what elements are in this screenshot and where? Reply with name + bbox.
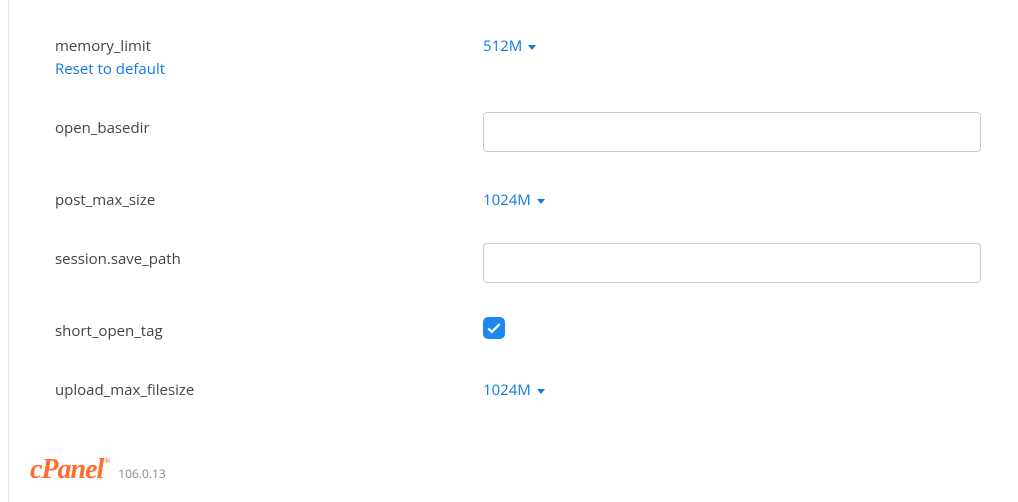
setting-label-open-basedir: open_basedir <box>55 118 483 139</box>
reset-to-default-link[interactable]: Reset to default <box>55 59 165 80</box>
post-max-size-dropdown[interactable]: 1024M <box>483 184 545 210</box>
setting-label-session-save-path: session.save_path <box>55 249 483 270</box>
upload-max-filesize-dropdown[interactable]: 1024M <box>483 374 545 400</box>
setting-label-memory-limit: memory_limit <box>55 36 483 57</box>
memory-limit-dropdown[interactable]: 512M <box>483 30 536 56</box>
caret-down-icon <box>537 199 545 204</box>
cpanel-version: 106.0.13 <box>118 465 165 482</box>
post-max-size-value: 1024M <box>483 190 531 210</box>
session-save-path-input[interactable] <box>483 243 981 283</box>
setting-label-post-max-size: post_max_size <box>55 190 483 211</box>
open-basedir-input[interactable] <box>483 112 981 152</box>
setting-label-upload-max-filesize: upload_max_filesize <box>55 380 483 401</box>
caret-down-icon <box>528 45 536 50</box>
cpanel-logo: cPanel® <box>30 454 108 486</box>
upload-max-filesize-value: 1024M <box>483 380 531 400</box>
caret-down-icon <box>537 389 545 394</box>
short-open-tag-checkbox[interactable] <box>483 317 505 339</box>
memory-limit-value: 512M <box>483 36 522 56</box>
check-icon <box>487 322 501 334</box>
setting-label-short-open-tag: short_open_tag <box>55 321 483 342</box>
